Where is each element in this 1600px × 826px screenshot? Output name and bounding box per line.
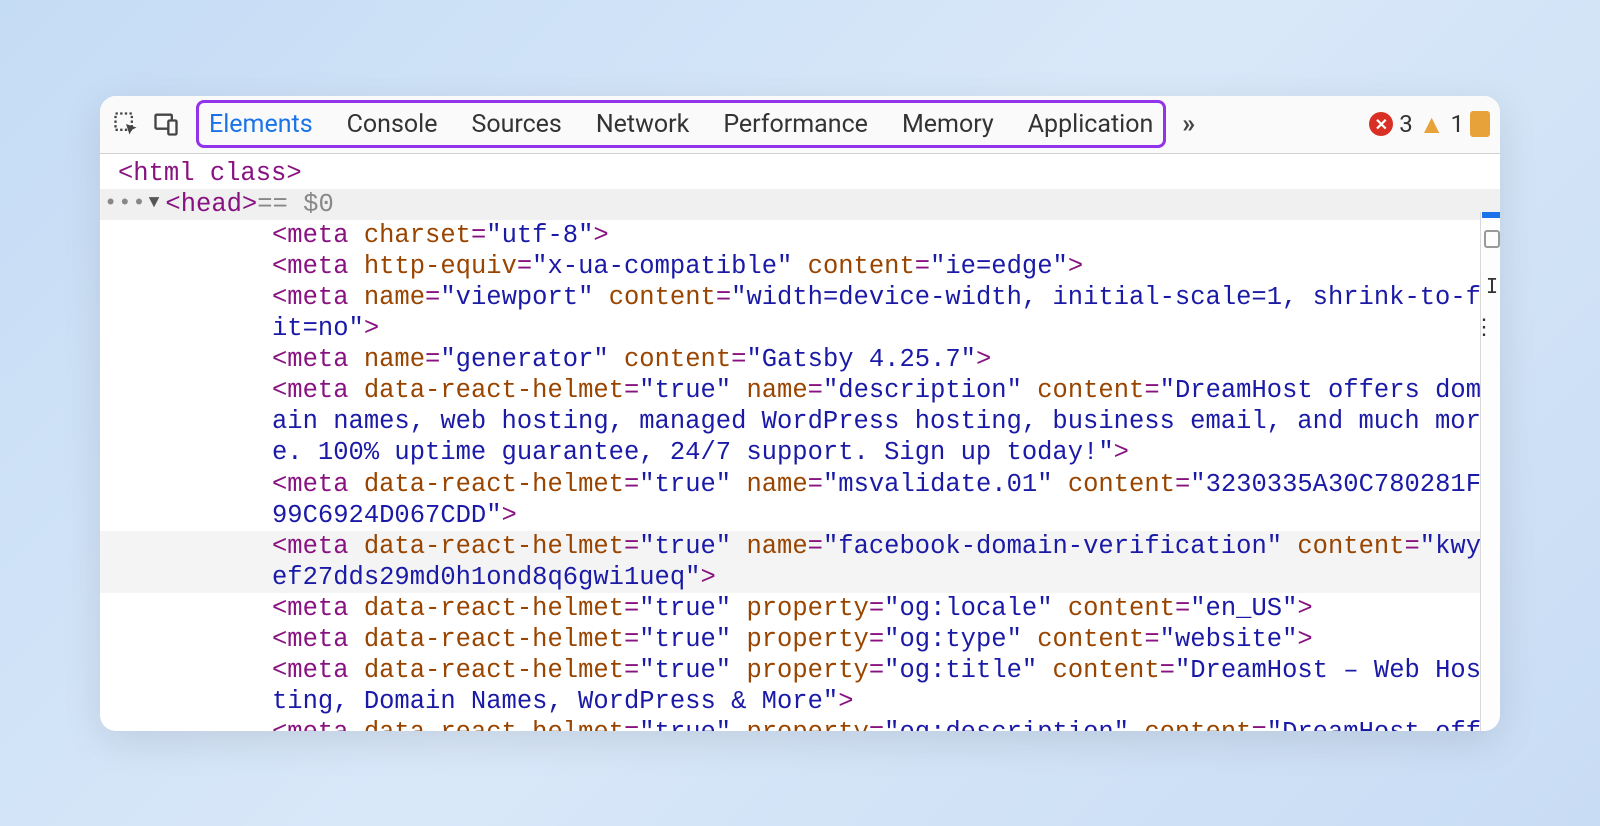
side-more-icon[interactable]: ⋮: [1473, 316, 1496, 343]
tab-performance[interactable]: Performance: [723, 110, 868, 139]
side-square-icon[interactable]: [1484, 230, 1500, 248]
side-panel-strip: I ⋮: [1480, 212, 1500, 731]
tab-memory[interactable]: Memory: [902, 110, 994, 139]
issues-icon: [1470, 111, 1490, 137]
dom-node-meta[interactable]: <meta data-react-helmet="true" name="fac…: [100, 531, 1500, 593]
dom-node-meta[interactable]: <meta charset="utf-8">: [100, 220, 1500, 251]
dom-node-head-selected[interactable]: •••▼<head> == $0: [100, 189, 1500, 220]
error-count: 3: [1399, 110, 1413, 138]
dom-node-meta[interactable]: <meta data-react-helmet="true" property=…: [100, 593, 1500, 624]
tab-sources[interactable]: Sources: [471, 110, 561, 139]
issues-badge[interactable]: [1470, 111, 1490, 137]
dom-node-meta[interactable]: <meta data-react-helmet="true" property=…: [100, 624, 1500, 655]
warning-badge[interactable]: ▲ 1: [1419, 109, 1464, 140]
inspect-element-icon[interactable]: [108, 106, 144, 142]
device-toggle-icon[interactable]: [148, 106, 184, 142]
selected-element-marker: == $0: [257, 189, 334, 220]
error-badge[interactable]: ✕ 3: [1369, 110, 1413, 138]
error-icon: ✕: [1369, 112, 1393, 136]
tab-console[interactable]: Console: [347, 110, 438, 139]
side-letter: I: [1486, 274, 1498, 298]
warning-icon: ▲: [1419, 109, 1445, 140]
expand-toggle-icon[interactable]: ▼: [149, 193, 160, 215]
more-tabs-icon[interactable]: »: [1182, 109, 1195, 139]
devtools-window: Elements Console Sources Network Perform…: [100, 96, 1500, 731]
dom-node-meta[interactable]: <meta http-equiv="x-ua-compatible" conte…: [100, 251, 1500, 282]
dom-node-html[interactable]: <html class>: [100, 158, 1500, 189]
dom-node-meta[interactable]: <meta name="viewport" content="width=dev…: [100, 282, 1500, 344]
warning-count: 1: [1451, 110, 1465, 138]
tab-elements[interactable]: Elements: [209, 110, 313, 139]
tab-network[interactable]: Network: [596, 110, 689, 139]
dom-node-meta[interactable]: <meta data-react-helmet="true" property=…: [100, 655, 1500, 717]
dom-node-meta[interactable]: <meta data-react-helmet="true" name="msv…: [100, 469, 1500, 531]
ellipsis-icon[interactable]: •••: [104, 191, 147, 218]
devtools-toolbar: Elements Console Sources Network Perform…: [100, 96, 1500, 154]
elements-tree[interactable]: <html class>•••▼<head> == $0<meta charse…: [100, 154, 1500, 731]
dom-node-meta[interactable]: <meta data-react-helmet="true" property=…: [100, 717, 1500, 730]
dom-node-meta[interactable]: <meta data-react-helmet="true" name="des…: [100, 375, 1500, 468]
tab-application[interactable]: Application: [1028, 110, 1154, 139]
tabs-highlight-box: Elements Console Sources Network Perform…: [196, 100, 1166, 148]
dom-node-meta[interactable]: <meta name="generator" content="Gatsby 4…: [100, 344, 1500, 375]
